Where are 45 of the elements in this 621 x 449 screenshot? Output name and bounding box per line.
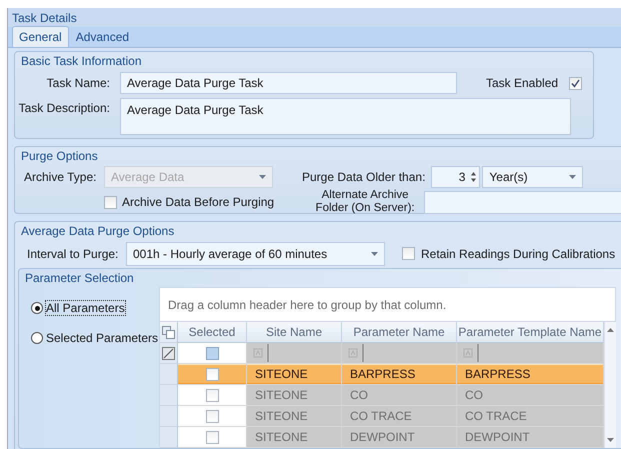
spin-arrows-icon[interactable] [471, 172, 476, 182]
table-cell: BARPRESS [457, 364, 604, 385]
radio-button[interactable] [31, 332, 43, 344]
group-title: Purge Options [20, 148, 99, 165]
table-cell: CO [457, 385, 604, 406]
dropdown[interactable]: Year(s) [482, 166, 584, 188]
field-label: Purge Data Older than: [302, 170, 426, 184]
radio-label[interactable]: Selected Parameters [46, 331, 158, 345]
table-cell: BARPRESS [342, 364, 457, 385]
tab[interactable]: Advanced [68, 26, 136, 47]
table-cell: SITEONE [247, 364, 342, 385]
field-label: Interval to Purge: [27, 246, 120, 260]
number-spinner[interactable]: 3 [431, 166, 480, 188]
table-cell: CO TRACE [342, 406, 457, 427]
table-cell: CO TRACE [457, 406, 604, 427]
caret-icon [371, 252, 378, 256]
text-area[interactable]: Average Data Purge Task [120, 98, 571, 135]
checkbox[interactable] [104, 196, 117, 208]
table-cell: SITEONE [247, 385, 342, 406]
table-cell: SITEONE [247, 427, 342, 448]
table-cell: DEWPOINT [457, 427, 604, 448]
checkbox-label: Retain Readings During Calibrations [421, 246, 616, 260]
group-title: Basic Task Information [20, 53, 142, 70]
dropdown[interactable]: 001h - Hourly average of 60 minutes [126, 242, 385, 266]
checkbox-label: Task Enabled [486, 76, 558, 90]
table-cell: CO [342, 385, 457, 406]
tab[interactable]: General [12, 26, 69, 47]
group-title: Average Data Purge Options [20, 223, 176, 240]
text-field[interactable]: Average Data Purge Task [120, 72, 457, 94]
table-cell: SITEONE [247, 406, 342, 427]
checkbox[interactable] [402, 247, 415, 260]
caret-icon [259, 175, 266, 179]
caret-icon [569, 175, 576, 179]
field-label: Alternate Archive Folder (On Server): [314, 189, 416, 215]
table-cell: DEWPOINT [342, 427, 457, 448]
radio-button[interactable] [31, 302, 43, 314]
text-field[interactable] [424, 190, 621, 214]
radio-label[interactable]: All Parameters [46, 301, 125, 315]
checkbox-label: Archive Data Before Purging [122, 195, 274, 209]
panel-title: Task Details [12, 10, 77, 24]
field-label: Task Description: [18, 101, 110, 115]
field-label: Task Name: [46, 76, 110, 90]
group-title: Parameter Selection [24, 270, 135, 287]
checkbox[interactable] [569, 76, 582, 90]
field-label: Archive Type: [24, 170, 98, 184]
